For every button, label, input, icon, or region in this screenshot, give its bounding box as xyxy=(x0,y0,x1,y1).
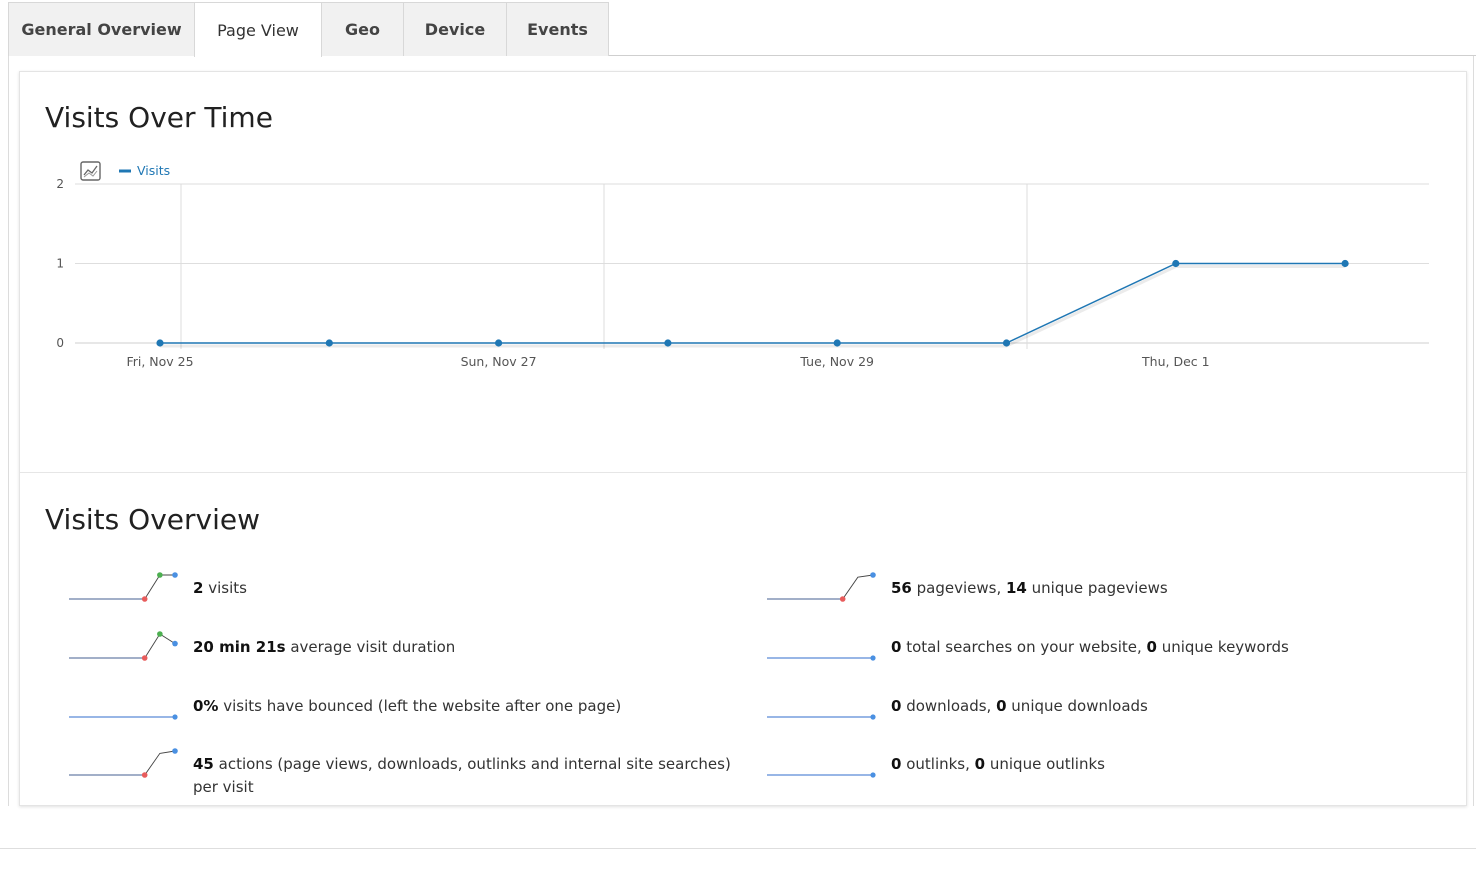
sparkline xyxy=(69,572,178,602)
y-axis-ticks: 0 1 2 xyxy=(56,177,64,350)
metric-label: actions (page views, downloads, outlinks… xyxy=(193,755,731,796)
metric-label: downloads, xyxy=(901,697,997,715)
overview-metric-row[interactable]: 56 pageviews, 14 unique pageviews xyxy=(765,569,1451,607)
metric-value: 0 xyxy=(891,638,902,656)
overview-metric-row[interactable]: 0 downloads, 0 unique downloads xyxy=(765,687,1451,725)
metric-label: unique keywords xyxy=(1156,638,1289,656)
overview-metric-row[interactable]: 0% visits have bounced (left the website… xyxy=(67,687,738,725)
tab-page-view[interactable]: Page View xyxy=(194,2,322,57)
tab-general-overview[interactable]: General Overview xyxy=(8,2,195,56)
data-point[interactable] xyxy=(1002,339,1011,347)
bottom-bar xyxy=(0,848,1476,869)
y-tick-label: 2 xyxy=(56,177,64,191)
sparkline xyxy=(69,714,178,720)
tab-geo[interactable]: Geo xyxy=(321,2,404,56)
overview-metric-row[interactable]: 45 actions (page views, downloads, outli… xyxy=(67,745,738,799)
metric-value: 0 xyxy=(996,697,1007,715)
series-visits xyxy=(156,259,1349,348)
data-point[interactable] xyxy=(833,339,841,347)
overview-metric-text: 0 outlinks, 0 unique outlinks xyxy=(891,753,1451,776)
visits-over-time-chart: 0 1 2 Fri, Nov 25 Sun, Nov 27 Tue, Nov 29 Thu… xyxy=(56,161,1429,369)
visits-overview-title: Visits Overview xyxy=(45,503,260,536)
metric-label: visits have bounced (left the website af… xyxy=(218,697,622,715)
metric-label: unique pageviews xyxy=(1026,579,1168,597)
sparkline xyxy=(69,748,178,778)
data-point[interactable] xyxy=(1172,259,1180,268)
data-point[interactable] xyxy=(495,339,503,347)
data-point[interactable] xyxy=(1341,259,1349,268)
x-tick-label: Fri, Nov 25 xyxy=(126,354,193,369)
sparkline xyxy=(767,572,876,602)
metric-label: visits xyxy=(203,579,247,597)
overview-metric-row[interactable]: 2 visits xyxy=(67,569,738,607)
overview-metric-row[interactable]: 20 min 21s average visit duration xyxy=(67,628,738,666)
overview-metric-text: 0% visits have bounced (left the website… xyxy=(193,695,738,718)
data-point[interactable] xyxy=(325,339,333,347)
data-point[interactable] xyxy=(156,339,164,347)
x-tick-label: Sun, Nov 27 xyxy=(461,354,537,369)
metric-label: outlinks, xyxy=(901,755,975,773)
sparkline xyxy=(69,631,178,661)
metric-value: 56 xyxy=(891,579,912,597)
y-tick-label: 1 xyxy=(56,257,64,271)
series-shadow xyxy=(160,265,1346,348)
x-tick-label: Thu, Dec 1 xyxy=(1141,354,1210,369)
overview-metric-row[interactable]: 0 total searches on your website, 0 uniq… xyxy=(765,628,1451,666)
overview-metric-text: 20 min 21s average visit duration xyxy=(193,636,738,659)
visits-over-time-title: Visits Over Time xyxy=(45,101,273,134)
metric-value: 14 xyxy=(1006,579,1027,597)
overview-metric-text: 0 total searches on your website, 0 uniq… xyxy=(891,636,1451,659)
metric-value: 0 xyxy=(891,697,902,715)
metric-value: 45 xyxy=(193,755,214,773)
data-point[interactable] xyxy=(664,339,672,347)
metric-value: 0 xyxy=(1146,638,1157,656)
sparkline xyxy=(767,772,876,778)
overview-metric-text: 0 downloads, 0 unique downloads xyxy=(891,695,1451,718)
overview-metric-text: 45 actions (page views, downloads, outli… xyxy=(193,753,738,799)
metric-label: average visit duration xyxy=(285,638,456,656)
x-tick-label: Tue, Nov 29 xyxy=(799,354,874,369)
sparkline xyxy=(767,655,876,661)
overview-metric-text: 2 visits xyxy=(193,577,738,600)
metric-value: 2 xyxy=(193,579,204,597)
metric-label: pageviews, xyxy=(911,579,1006,597)
metric-value: 0 xyxy=(974,755,986,773)
overview-metric-row[interactable]: 0 outlinks, 0 unique outlinks xyxy=(765,745,1451,783)
metric-label: unique outlinks xyxy=(985,755,1105,773)
metric-label: unique downloads xyxy=(1006,697,1148,715)
x-axis-ticks: Fri, Nov 25 Sun, Nov 27 Tue, Nov 29 Thu, De… xyxy=(126,354,1209,369)
metric-value: 0% xyxy=(193,697,219,715)
y-tick-label: 0 xyxy=(56,336,64,350)
tab-events[interactable]: Events xyxy=(506,2,609,56)
legend-label-visits[interactable]: Visits xyxy=(137,163,170,178)
chart-type-icon[interactable] xyxy=(80,161,101,181)
tab-device[interactable]: Device xyxy=(403,2,507,56)
series-line-visits xyxy=(160,262,1346,344)
metric-value: 20 min 21s xyxy=(193,638,286,656)
overview-metric-text: 56 pageviews, 14 unique pageviews xyxy=(891,577,1451,600)
metric-value: 0 xyxy=(891,755,902,773)
metric-label: total searches on your website, xyxy=(901,638,1147,656)
section-divider xyxy=(20,472,1466,473)
sparkline xyxy=(767,714,876,720)
